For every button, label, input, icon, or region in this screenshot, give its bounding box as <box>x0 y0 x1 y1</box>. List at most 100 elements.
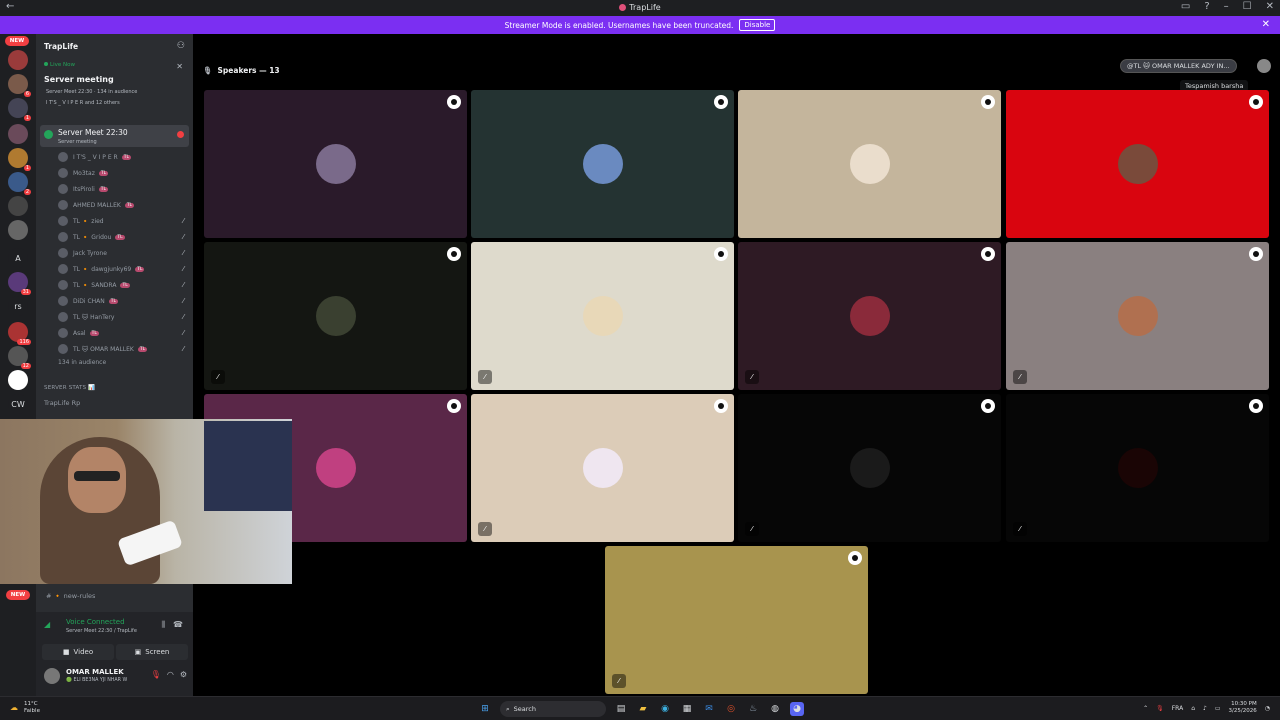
speaker-tile[interactable] <box>471 90 734 238</box>
voice-member[interactable]: AHMED MALLEK TL <box>58 198 188 212</box>
guild-icon[interactable]: rs <box>8 296 28 316</box>
disconnect-icon[interactable]: ☎ <box>173 620 183 630</box>
voice-member[interactable]: Asal TL ⁄ <box>58 326 188 340</box>
banner-close-icon[interactable]: ✕ <box>1262 19 1270 30</box>
camera-icon[interactable] <box>981 399 995 413</box>
speaker-tile[interactable]: ⁄ <box>204 242 467 390</box>
user-name[interactable]: OMAR MALLEK <box>66 668 124 676</box>
guild-icon[interactable]: 116 <box>8 322 31 345</box>
noise-suppression-icon[interactable]: ⫼ <box>161 620 165 630</box>
voice-member[interactable]: TL 🔸 dawgjunky69 TL ⁄ <box>58 262 188 276</box>
taskbar-search[interactable]: ⌕ Search <box>500 701 606 717</box>
stage-title[interactable]: Server meeting <box>44 75 114 84</box>
start-windows-icon[interactable]: ⊞ <box>478 702 492 716</box>
camera-icon[interactable] <box>1249 247 1263 261</box>
speaker-tile[interactable]: ⁄ <box>471 394 734 542</box>
discord-icon[interactable]: ◕ <box>790 702 804 716</box>
server-header[interactable]: TrapLife ⚇ <box>36 34 193 58</box>
guild-icon[interactable]: 6 <box>8 74 31 97</box>
speaking-user-pill[interactable]: @TL 🐱 OMAR MALLEK ADY IN... <box>1120 59 1237 73</box>
avatar[interactable] <box>44 668 60 684</box>
audience-count[interactable]: 134 in audience <box>58 359 106 366</box>
guild-icon[interactable] <box>8 124 28 144</box>
channel-new-rules[interactable]: # 🔸 new-rules <box>46 592 95 600</box>
voice-member[interactable]: TL 🐱 HanTery ⁄ <box>58 310 188 324</box>
speaker-tile[interactable]: ⁄ <box>1006 394 1269 542</box>
maximize-button[interactable]: ☐ <box>1243 1 1252 12</box>
camera-icon[interactable] <box>1249 95 1263 109</box>
voice-member[interactable]: Jack Tyrone ⁄ <box>58 246 188 260</box>
tray-chevron-icon[interactable]: ⌃ <box>1143 705 1148 712</box>
clock[interactable]: 10:30 PM 3/25/2026 <box>1229 701 1257 715</box>
chrome-icon[interactable]: ◎ <box>724 702 738 716</box>
headphones-icon[interactable]: ◠ <box>167 670 174 679</box>
camera-icon[interactable] <box>714 247 728 261</box>
task-view-icon[interactable]: ▤ <box>614 702 628 716</box>
voice-member[interactable]: Mo3taz TL <box>58 166 188 180</box>
obs-icon[interactable]: ◍ <box>768 702 782 716</box>
camera-icon[interactable] <box>447 95 461 109</box>
mic-muted-icon[interactable]: 🎙 <box>151 670 161 679</box>
disable-streamer-button[interactable]: Disable <box>739 19 776 31</box>
guild-icon[interactable]: 1 <box>8 148 31 171</box>
voice-member[interactable]: I T'S _ V I P E R TL <box>58 150 188 164</box>
speaker-tile[interactable] <box>204 90 467 238</box>
notifications-icon[interactable]: ◔ <box>1265 705 1270 712</box>
speaker-tile[interactable]: ⁄ <box>471 242 734 390</box>
steam-icon[interactable]: ♨ <box>746 702 760 716</box>
voice-member[interactable]: TL 🐱 OMAR MALLEK TL ⁄ <box>58 342 188 356</box>
network-icon[interactable]: ⌂ <box>1191 705 1195 712</box>
settings-gear-icon[interactable]: ⚙ <box>180 670 187 679</box>
file-explorer-icon[interactable]: ▰ <box>636 702 650 716</box>
voice-member[interactable]: TL 🔸 SANDRA TL ⁄ <box>58 278 188 292</box>
invite-icon[interactable]: ⚇ <box>177 41 185 51</box>
battery-icon[interactable]: ▭ <box>1215 705 1221 712</box>
voice-member[interactable]: DiDi CHAN TL ⁄ <box>58 294 188 308</box>
guild-icon[interactable]: CW <box>8 394 28 414</box>
tray-mic-icon[interactable]: 🎙 <box>1156 705 1164 712</box>
guild-icon[interactable]: 2 <box>8 172 31 195</box>
voice-member[interactable]: TL 🔸 Gridou TL ⁄ <box>58 230 188 244</box>
language-indicator[interactable]: FRA <box>1172 705 1183 712</box>
server-name[interactable]: TrapLife <box>44 42 78 51</box>
guild-icon[interactable] <box>8 220 28 240</box>
voice-member[interactable]: ItsPiroli TL <box>58 182 188 196</box>
camera-icon[interactable] <box>1249 399 1263 413</box>
help-icon[interactable]: ? <box>1204 1 1209 12</box>
speaker-tile[interactable]: ⁄ <box>605 546 868 694</box>
channel-traplife-rp[interactable]: TrapLife Rp <box>44 399 80 407</box>
camera-icon[interactable] <box>714 95 728 109</box>
speaker-tile[interactable]: ⁄ <box>738 394 1001 542</box>
guild-icon[interactable]: 31 <box>8 272 31 295</box>
edge-icon[interactable]: ◉ <box>658 702 672 716</box>
voice-channel-active[interactable]: Server Meet 22:30 Server meeting <box>40 125 189 147</box>
close-button[interactable]: ✕ <box>1266 1 1274 12</box>
guild-icon[interactable]: 1 <box>8 98 31 121</box>
voice-member[interactable]: TL 🔸 zied ⁄ <box>58 214 188 228</box>
screen-share-button[interactable]: ▣ Screen <box>116 644 188 660</box>
camera-icon[interactable] <box>981 247 995 261</box>
guild-icon[interactable] <box>8 370 28 390</box>
video-button[interactable]: ■ Video <box>42 644 114 660</box>
mail-icon[interactable]: ✉ <box>702 702 716 716</box>
volume-icon[interactable]: ♪ <box>1203 705 1207 712</box>
camera-icon[interactable] <box>447 399 461 413</box>
voice-connected-status[interactable]: Voice Connected <box>66 618 125 626</box>
weather-icon[interactable]: ☁ <box>10 703 18 712</box>
guild-icon[interactable]: A <box>8 248 28 268</box>
speaker-tile[interactable]: ⁄ <box>1006 242 1269 390</box>
speaker-tile[interactable] <box>1006 90 1269 238</box>
guild-icon[interactable]: 12 <box>8 346 31 369</box>
category-server-stats[interactable]: SERVER STATS 📊 <box>44 385 95 391</box>
camera-icon[interactable] <box>981 95 995 109</box>
dismiss-live-icon[interactable]: ✕ <box>176 62 183 71</box>
speaker-tile[interactable]: ⁄ <box>738 242 1001 390</box>
camera-icon[interactable] <box>714 399 728 413</box>
guild-icon[interactable] <box>8 50 28 70</box>
weather-widget[interactable]: 11°C Faible <box>24 701 40 715</box>
camera-icon[interactable] <box>848 551 862 565</box>
camera-icon[interactable] <box>447 247 461 261</box>
top-avatar[interactable] <box>1257 59 1271 73</box>
inbox-icon[interactable]: ▭ <box>1181 1 1190 12</box>
minimize-button[interactable]: – <box>1224 1 1229 12</box>
